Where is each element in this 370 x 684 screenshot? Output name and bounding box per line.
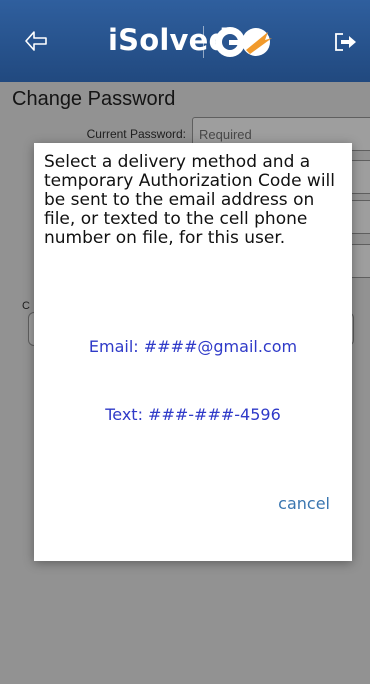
- cancel-button[interactable]: cancel: [278, 494, 330, 513]
- app-header: iSolved: [0, 0, 370, 82]
- app-screen: iSolved Change Password Current Password…: [0, 0, 370, 684]
- logout-icon[interactable]: [333, 31, 357, 53]
- go-logo-icon: [215, 27, 272, 57]
- dialog-message: Select a delivery method and a temporary…: [44, 152, 336, 248]
- delivery-method-dialog: Select a delivery method and a temporary…: [34, 143, 352, 561]
- logo-divider: [203, 26, 204, 58]
- text-delivery-option[interactable]: Text: ###-###-4596: [34, 405, 352, 424]
- email-delivery-option[interactable]: Email: ####@gmail.com: [34, 337, 352, 356]
- back-arrow-icon[interactable]: [24, 30, 48, 52]
